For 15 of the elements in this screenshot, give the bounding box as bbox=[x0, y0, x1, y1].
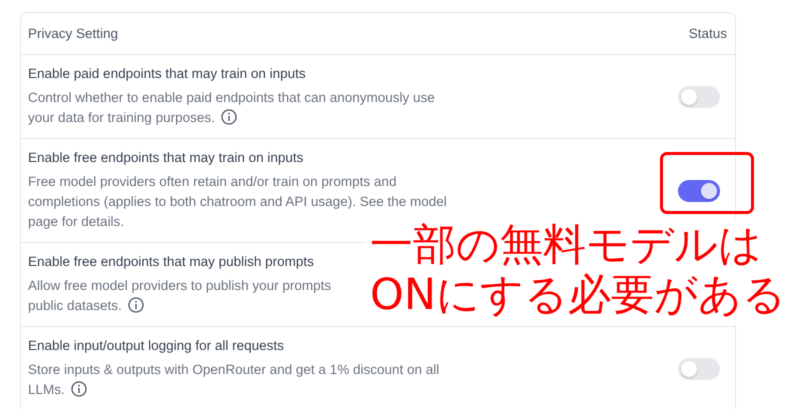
setting-title: Enable input/output logging for all requests bbox=[28, 337, 285, 355]
info-icon[interactable] bbox=[220, 109, 237, 125]
toggle-switch[interactable] bbox=[678, 86, 720, 108]
setting-description: Control whether to enable paid endpoints that can anonymously use your data for training purposes. bbox=[28, 89, 435, 127]
info-icon[interactable] bbox=[128, 297, 144, 313]
setting-title: Enable free endpoints that may train on inputs bbox=[28, 149, 304, 167]
setting-title: Enable free endpoints that may publish prompts bbox=[28, 253, 315, 271]
toggle-switch[interactable] bbox=[678, 358, 720, 380]
toggle-switch[interactable] bbox=[678, 180, 720, 202]
column-header: Status bbox=[688, 26, 727, 41]
setting-title: Enable paid endpoints that may train on inputs bbox=[28, 65, 307, 83]
setting-description: Store inputs & outputs with OpenRouter and get a 1% discount on all LLMs. bbox=[28, 361, 440, 399]
info-icon[interactable] bbox=[70, 381, 87, 397]
column-header: Privacy Setting bbox=[28, 26, 118, 41]
setting-description: Allow free model providers to publish your prompts public datasets. bbox=[28, 277, 332, 315]
